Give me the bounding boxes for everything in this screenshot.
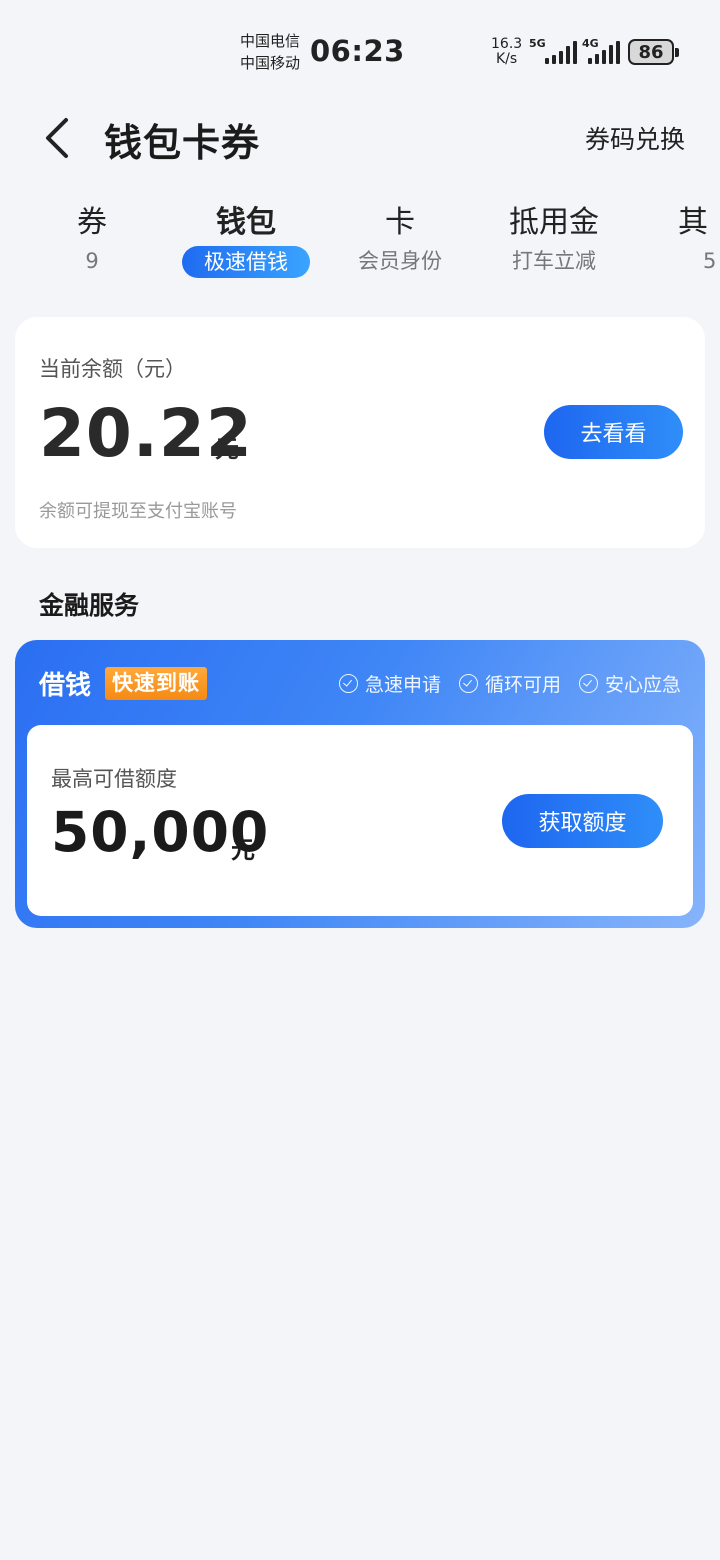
balance-note: 余额可提现至支付宝账号 <box>39 501 237 522</box>
loan-card[interactable]: 借钱 快速到账 急速申请 循环可用 安心应急 最高可借额度 50,000 元 获… <box>15 640 705 928</box>
view-balance-button[interactable]: 去看看 <box>544 405 683 459</box>
tab-subtitle-badge: 极速借钱 <box>182 246 310 278</box>
feature-label: 急速申请 <box>364 674 441 696</box>
loan-features: 急速申请 循环可用 安心应急 <box>338 670 681 697</box>
tab-title: 券 <box>77 205 107 240</box>
category-tabs: 券 9 钱包 极速借钱 卡 会员身份 抵用金 打车立减 其 5 <box>0 200 720 290</box>
network-speed-value: 16.3 <box>491 36 523 52</box>
limit-unit: 元 <box>231 836 255 864</box>
balance-unit: 元 <box>215 435 239 463</box>
carrier-2: 中国移动 <box>240 54 301 72</box>
tab-title: 其 <box>678 205 708 240</box>
network-speed-unit: K/s <box>495 51 518 67</box>
carrier-1: 中国电信 <box>240 32 301 50</box>
feature-item: 循环可用 <box>458 670 561 697</box>
balance-label: 当前余额（元） <box>39 357 186 381</box>
tab-subtitle: 打车立减 <box>512 249 596 273</box>
tab-subtitle: 会员身份 <box>358 249 442 273</box>
carrier-names: 中国电信 中国移动 <box>240 30 300 74</box>
battery-level: 86 <box>638 41 664 63</box>
tab-subtitle: 9 <box>85 249 99 273</box>
wallet-page: 中国电信 中国移动 06:23 16.3 K/s 5G 4G 86 钱包卡券 券… <box>0 0 720 1560</box>
page-title: 钱包卡券 <box>104 121 261 165</box>
status-bar: 中国电信 中国移动 06:23 16.3 K/s 5G 4G 86 <box>0 0 720 96</box>
check-circle-icon <box>458 674 478 693</box>
balance-card: 当前余额（元） 20.22 元 去看看 余额可提现至支付宝账号 <box>15 317 705 548</box>
tab-title: 钱包 <box>216 205 276 240</box>
feature-label: 安心应急 <box>604 674 681 696</box>
loan-limit-panel: 最高可借额度 50,000 元 获取额度 <box>27 725 693 916</box>
limit-label: 最高可借额度 <box>51 767 177 791</box>
loan-title: 借钱 <box>39 671 92 701</box>
check-circle-icon <box>338 674 358 693</box>
feature-item: 安心应急 <box>578 670 681 697</box>
feature-item: 急速申请 <box>338 670 441 697</box>
feature-label: 循环可用 <box>484 674 561 696</box>
tab-subtitle: 5 <box>703 249 717 273</box>
tab-cards[interactable]: 卡 会员身份 <box>325 200 475 276</box>
header: 钱包卡券 券码兑换 <box>0 100 720 180</box>
signal-4g-icon: 4G <box>582 37 620 64</box>
battery-icon: 86 <box>628 39 679 65</box>
signal-5g-icon: 5G <box>529 37 577 64</box>
tab-vouchers[interactable]: 抵用金 打车立减 <box>479 200 629 276</box>
network-type-5g: 5G <box>529 37 546 50</box>
redeem-code-button[interactable]: 券码兑换 <box>585 120 685 156</box>
back-arrow-icon[interactable] <box>38 114 78 162</box>
tab-coupons[interactable]: 券 9 <box>17 200 167 276</box>
tab-wallet[interactable]: 钱包 极速借钱 <box>171 200 321 278</box>
section-title-finance: 金融服务 <box>39 591 140 620</box>
tab-title: 卡 <box>385 205 415 240</box>
network-speed: 16.3 K/s <box>491 37 522 67</box>
check-circle-icon <box>578 674 598 693</box>
network-type-4g: 4G <box>582 37 599 50</box>
tab-other[interactable]: 其 5 <box>633 200 720 276</box>
fast-arrival-badge: 快速到账 <box>105 667 207 700</box>
clock: 06:23 <box>310 34 405 68</box>
get-limit-button[interactable]: 获取额度 <box>502 794 663 848</box>
tab-title: 抵用金 <box>509 205 599 240</box>
